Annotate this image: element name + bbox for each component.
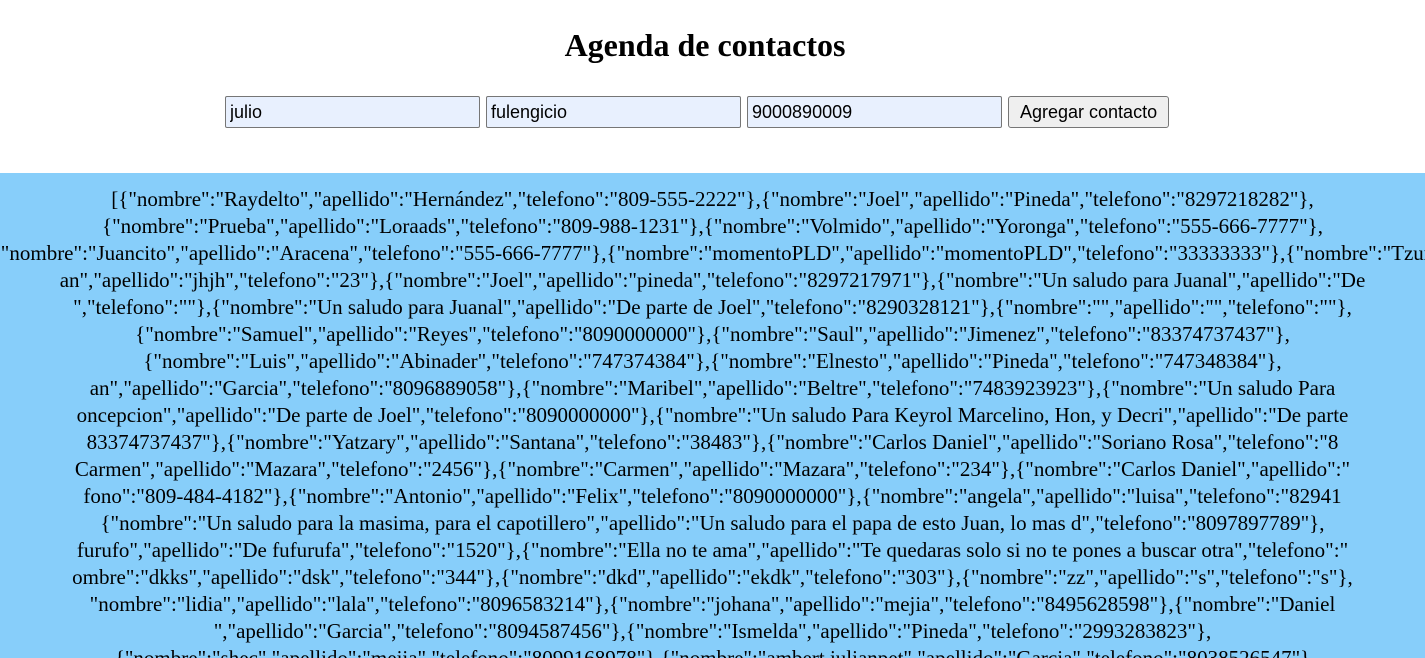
output-line-text: an","apellido":"Garcia","telefono":"8096… xyxy=(89,376,1336,400)
telefono-input[interactable] xyxy=(747,96,1002,128)
page-title: Agenda de contactos xyxy=(564,27,846,63)
add-contact-button[interactable]: Agregar contacto xyxy=(1008,96,1170,128)
output-line: 83374737437"},{"nombre":"Yatzary","apell… xyxy=(0,429,1425,456)
output-line-text: [{"nombre":"Raydelto","apellido":"Hernán… xyxy=(111,187,1314,211)
output-line-text: ","telefono":""},{"nombre":"Un saludo pa… xyxy=(73,295,1352,319)
output-line-text: ombre":"dkks","apellido":"dsk","telefono… xyxy=(72,565,1353,589)
output-line: an","apellido":"Garcia","telefono":"8096… xyxy=(0,375,1425,402)
output-line-text: {"nombre":"Juancito","apellido":"Aracena… xyxy=(0,241,1425,265)
output-line: fono":"809-484-4182"},{"nombre":"Antonio… xyxy=(0,483,1425,510)
output-line: {"nombre":"shec","apellido":"mejia","tel… xyxy=(0,645,1425,658)
output-line: ombre":"dkks","apellido":"dsk","telefono… xyxy=(0,564,1425,591)
output-line: {"nombre":"Luis","apellido":"Abinader","… xyxy=(0,348,1425,375)
output-line: {"nombre":"Un saludo para la masima, par… xyxy=(0,510,1425,537)
output-line-text: {"nombre":"Samuel","apellido":"Reyes","t… xyxy=(135,322,1290,346)
output-line-text: Carmen","apellido":"Mazara","telefono":"… xyxy=(74,457,1351,481)
contacts-json-output: [{"nombre":"Raydelto","apellido":"Hernán… xyxy=(0,173,1425,658)
contacts-json-text: [{"nombre":"Raydelto","apellido":"Hernán… xyxy=(0,173,1425,658)
output-line: {"nombre":"Samuel","apellido":"Reyes","t… xyxy=(0,321,1425,348)
output-line: {"nombre":"Juancito","apellido":"Aracena… xyxy=(0,240,1425,267)
output-line-text: {"nombre":"Luis","apellido":"Abinader","… xyxy=(143,349,1282,373)
output-line-text: ","apellido":"Garcia","telefono":"809458… xyxy=(213,619,1212,643)
output-line-text: {"nombre":"shec","apellido":"mejia","tel… xyxy=(114,646,1311,658)
contact-form: Agregar contacto xyxy=(225,96,1170,128)
output-line: oncepcion","apellido":"De parte de Joel"… xyxy=(0,402,1425,429)
output-line: furufo","apellido":"De fufurufa","telefo… xyxy=(0,537,1425,564)
output-line-text: 83374737437"},{"nombre":"Yatzary","apell… xyxy=(86,430,1339,454)
output-line-text: fono":"809-484-4182"},{"nombre":"Antonio… xyxy=(83,484,1342,508)
output-line: Carmen","apellido":"Mazara","telefono":"… xyxy=(0,456,1425,483)
output-line: ","apellido":"Garcia","telefono":"809458… xyxy=(0,618,1425,645)
output-line: ","telefono":""},{"nombre":"Un saludo pa… xyxy=(0,294,1425,321)
output-line: [{"nombre":"Raydelto","apellido":"Hernán… xyxy=(0,186,1425,213)
output-line-text: "nombre":"lidia","apellido":"lala","tele… xyxy=(89,592,1336,616)
output-line: {"nombre":"Prueba","apellido":"Loraads",… xyxy=(0,213,1425,240)
output-line-text: an","apellido":"jhjh","telefono":"23"},{… xyxy=(59,268,1366,292)
output-line-text: oncepcion","apellido":"De parte de Joel"… xyxy=(76,403,1349,427)
nombre-input[interactable] xyxy=(225,96,480,128)
output-line: an","apellido":"jhjh","telefono":"23"},{… xyxy=(0,267,1425,294)
output-line-text: {"nombre":"Un saludo para la masima, par… xyxy=(100,511,1325,535)
output-line-text: {"nombre":"Prueba","apellido":"Loraads",… xyxy=(101,214,1323,238)
output-line: "nombre":"lidia","apellido":"lala","tele… xyxy=(0,591,1425,618)
output-line-text: furufo","apellido":"De fufurufa","telefo… xyxy=(76,538,1349,562)
apellido-input[interactable] xyxy=(486,96,741,128)
